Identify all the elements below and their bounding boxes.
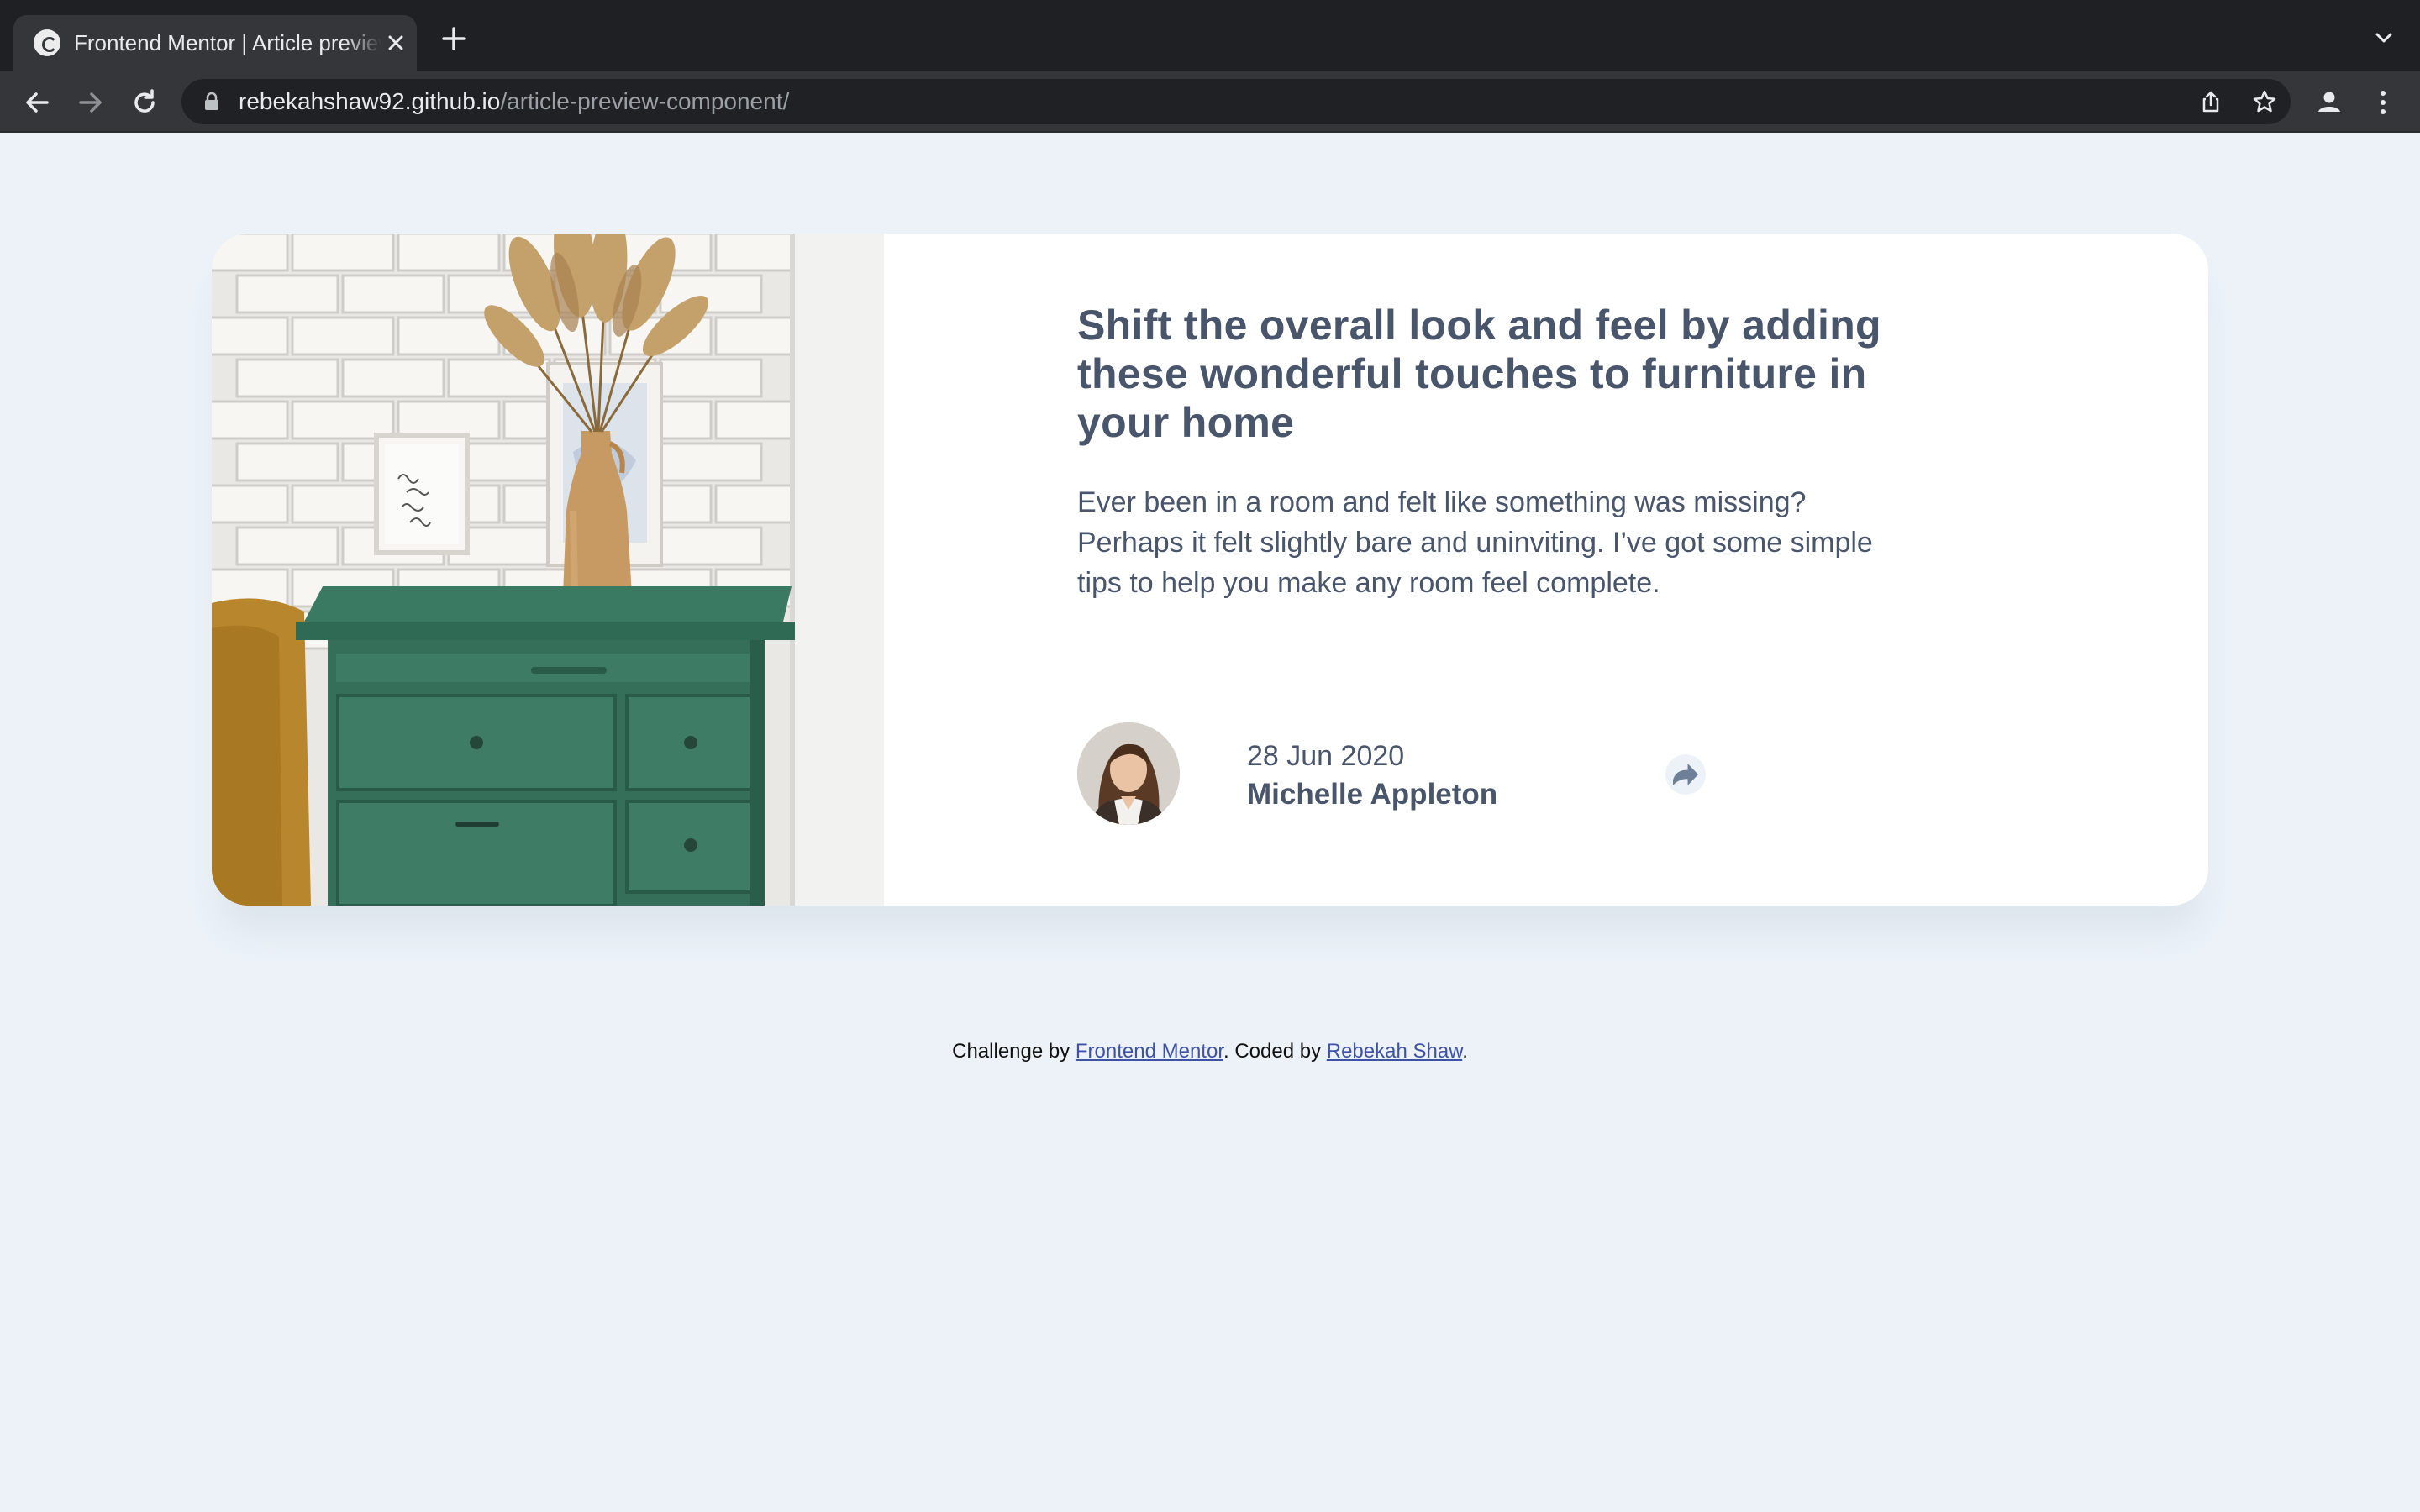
post-date: 28 Jun 2020 — [1247, 740, 1405, 772]
share-icon — [1673, 764, 1698, 785]
close-tab-icon[interactable] — [383, 30, 408, 55]
page-viewport: Shift the overall look and feel by addin… — [0, 133, 2420, 1512]
reload-icon[interactable] — [126, 84, 163, 121]
author-name: Michelle Appleton — [1247, 778, 1498, 811]
browser-tab[interactable]: Frontend Mentor | Article preview compon… — [13, 15, 417, 71]
address-bar[interactable]: rebekahshaw92.github.io/article-preview-… — [182, 79, 2291, 124]
drawers-photo — [212, 234, 884, 906]
article-preview-card: Shift the overall look and feel by addin… — [212, 234, 2208, 906]
tab-title: Frontend Mentor | Article preview compon… — [74, 30, 381, 55]
browser-toolbar: rebekahshaw92.github.io/article-preview-… — [0, 71, 2420, 133]
attribution-suffix: . — [1462, 1040, 1468, 1063]
frontend-mentor-link[interactable]: Frontend Mentor — [1076, 1040, 1223, 1063]
article-description: Ever been in a room and felt like someth… — [1077, 486, 1873, 599]
author-link[interactable]: Rebekah Shaw — [1327, 1040, 1462, 1063]
attribution-prefix: Challenge by — [952, 1040, 1076, 1063]
author-row: 28 Jun 2020 Michelle Appleton — [1077, 722, 1884, 827]
url-text: rebekahshaw92.github.io/article-preview-… — [239, 87, 789, 116]
share-button[interactable] — [1665, 754, 1706, 795]
bookmark-star-icon[interactable] — [2252, 89, 2277, 114]
tab-search-chevron-icon[interactable] — [2371, 25, 2396, 50]
article-title: Shift the overall look and feel by addin… — [1077, 302, 1881, 446]
url-path: /article-preview-component/ — [500, 88, 790, 114]
browser-tab-strip: Frontend Mentor | Article preview compon… — [0, 0, 2420, 71]
lock-icon[interactable] — [203, 92, 220, 111]
url-host: rebekahshaw92.github.io — [239, 88, 501, 114]
avatar — [1077, 722, 1180, 825]
kebab-menu-icon[interactable] — [2368, 87, 2398, 118]
article-content: Shift the overall look and feel by addin… — [1077, 301, 1884, 825]
share-page-icon[interactable] — [2198, 89, 2223, 114]
attribution-middle: . Coded by — [1223, 1040, 1327, 1063]
frontend-mentor-icon — [34, 29, 60, 56]
author-meta: 28 Jun 2020 Michelle Appleton — [1247, 738, 1497, 815]
attribution: Challenge by Frontend Mentor. Coded by R… — [0, 1038, 2420, 1065]
forward-arrow-icon[interactable] — [72, 84, 109, 121]
new-tab-plus-icon[interactable] — [437, 22, 471, 55]
back-arrow-icon[interactable] — [18, 84, 55, 121]
profile-icon[interactable] — [2314, 87, 2344, 118]
